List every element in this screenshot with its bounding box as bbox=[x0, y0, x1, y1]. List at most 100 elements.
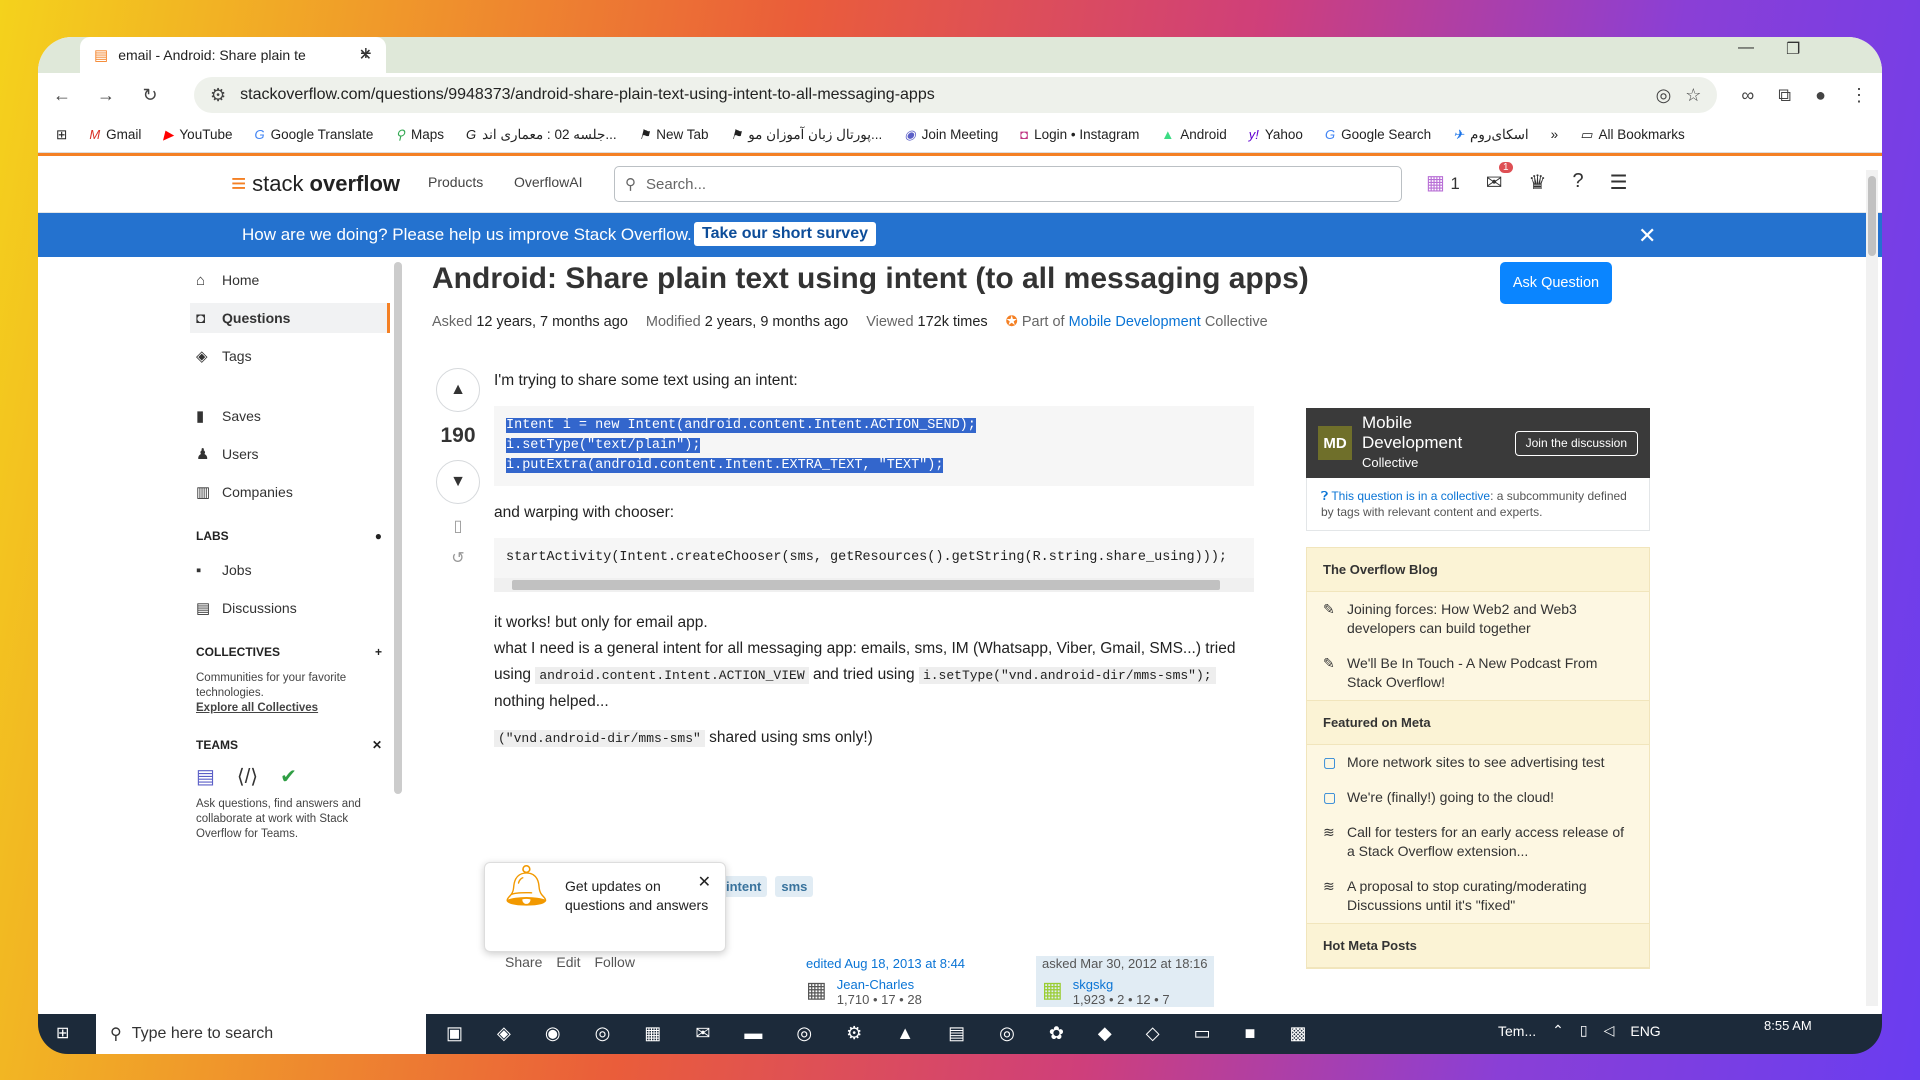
chrome-icon[interactable]: ◎ bbox=[796, 1023, 812, 1044]
explorer-icon[interactable]: ▬ bbox=[744, 1023, 762, 1044]
terminal-icon[interactable]: ▭ bbox=[1194, 1023, 1211, 1044]
blog-item[interactable]: ✎ We'll Be In Touch - A New Podcast From … bbox=[1307, 646, 1649, 700]
sidebar-item-users[interactable]: ♟ Users bbox=[190, 439, 390, 469]
ask-question-button[interactable]: Ask Question bbox=[1500, 262, 1612, 304]
bookmark-item[interactable]: ▲ Android bbox=[1161, 127, 1226, 142]
bookmark-item[interactable]: G Google Search bbox=[1325, 127, 1431, 142]
app-icon[interactable]: ◇ bbox=[1146, 1023, 1160, 1044]
app-icon[interactable]: ▤ bbox=[948, 1023, 965, 1044]
collective-note-link[interactable]: This question is in a collective bbox=[1331, 489, 1490, 503]
edited-link[interactable]: edited Aug 18, 2013 at 8:44 bbox=[806, 956, 965, 971]
meta-item[interactable]: ≋ Call for testers for an early access re… bbox=[1307, 815, 1649, 869]
downvote-icon[interactable]: ▼ bbox=[436, 460, 480, 504]
extension-icon[interactable]: ∞ bbox=[1741, 85, 1754, 106]
extensions-puzzle-icon[interactable]: ⧉ bbox=[1778, 85, 1791, 106]
info-icon[interactable]: ● bbox=[375, 529, 382, 543]
app-icon[interactable]: ▲ bbox=[896, 1023, 914, 1044]
bookmark-item[interactable]: ⚲ Maps bbox=[395, 127, 444, 143]
bookmark-item[interactable]: ▶ YouTube bbox=[163, 127, 232, 143]
inbox-icon[interactable]: ✉ 1 bbox=[1486, 162, 1513, 195]
close-banner-icon[interactable]: ✕ bbox=[1638, 223, 1656, 249]
site-switcher-icon[interactable]: ☰ bbox=[1610, 170, 1628, 195]
save-bookmark-icon[interactable]: ▯ bbox=[454, 516, 463, 536]
settings-icon[interactable]: ⚙ bbox=[846, 1023, 862, 1044]
lang-indicator[interactable]: ENG bbox=[1630, 1023, 1660, 1039]
sidebar-item-jobs[interactable]: ▪ Jobs bbox=[190, 555, 390, 585]
site-info-icon[interactable]: ⚙ bbox=[210, 85, 226, 106]
trophy-icon[interactable]: ♛ bbox=[1529, 170, 1547, 195]
back-icon[interactable]: ← bbox=[52, 85, 72, 106]
search-input[interactable]: ⚲ Search... bbox=[614, 166, 1402, 202]
scroll-thumb[interactable] bbox=[512, 580, 1220, 590]
nav-overflowai[interactable]: OverflowAI bbox=[514, 174, 582, 190]
upvote-icon[interactable]: ▲ bbox=[436, 368, 480, 412]
menu-kebab-icon[interactable]: ⋮ bbox=[1850, 85, 1868, 106]
help-icon[interactable]: ? bbox=[1572, 170, 1583, 195]
all-bookmarks[interactable]: ▭ All Bookmarks bbox=[1580, 127, 1685, 143]
question-title[interactable]: Android: Share plain text using intent (… bbox=[432, 262, 1309, 296]
meta-item[interactable]: ▢ More network sites to see advertising t… bbox=[1307, 745, 1649, 780]
collective-link[interactable]: Mobile Development bbox=[1069, 314, 1201, 330]
restore-icon[interactable]: ❐ bbox=[1786, 39, 1800, 59]
meta-item[interactable]: ▢ We're (finally!) going to the cloud! bbox=[1307, 780, 1649, 815]
bookmark-item[interactable]: ⚑ New Tab bbox=[639, 127, 709, 143]
sidebar-item-companies[interactable]: ▥ Companies bbox=[190, 477, 390, 507]
new-tab-icon[interactable]: + bbox=[360, 43, 372, 66]
sidebar-item-tags[interactable]: ◈ Tags bbox=[190, 341, 390, 371]
reload-icon[interactable]: ↻ bbox=[140, 85, 160, 106]
stackoverflow-logo[interactable]: ≡ stack overflow bbox=[231, 168, 400, 199]
bookmark-item[interactable]: ✈ اسکای‌روم bbox=[1453, 127, 1529, 143]
edit-link[interactable]: Edit bbox=[556, 954, 580, 970]
collective-name[interactable]: Mobile Development bbox=[1362, 413, 1462, 452]
share-link[interactable]: Share bbox=[505, 954, 542, 970]
store-icon[interactable]: ▦ bbox=[644, 1023, 661, 1044]
nav-products[interactable]: Products bbox=[428, 174, 483, 190]
tag-sms[interactable]: sms bbox=[775, 876, 814, 897]
bookmark-star-icon[interactable]: ☆ bbox=[1685, 85, 1701, 106]
weather-text[interactable]: Tem... bbox=[1498, 1023, 1536, 1039]
add-collective-icon[interactable]: + bbox=[375, 645, 382, 659]
explore-collectives-link[interactable]: Explore all Collectives bbox=[190, 701, 390, 716]
outlook-icon[interactable]: ✉ bbox=[695, 1023, 710, 1044]
survey-button[interactable]: Take our short survey bbox=[694, 222, 876, 246]
close-popup-icon[interactable]: ✕ bbox=[698, 873, 711, 892]
profile-rep[interactable]: ▦ 1 bbox=[1426, 170, 1460, 195]
page-scrollbar[interactable] bbox=[1866, 170, 1878, 1006]
bookmark-item[interactable]: M Gmail bbox=[89, 127, 141, 142]
chrome-active-icon[interactable]: ◎ bbox=[999, 1023, 1015, 1044]
bookmark-item[interactable]: ◘ Login • Instagram bbox=[1020, 127, 1139, 142]
join-discussion-button[interactable]: Join the discussion bbox=[1514, 430, 1638, 456]
more-bookmarks-icon[interactable]: » bbox=[1551, 127, 1559, 142]
volume-icon[interactable]: ◁ bbox=[1604, 1022, 1615, 1039]
task-view-icon[interactable]: ▣ bbox=[446, 1023, 463, 1044]
follow-link[interactable]: Follow bbox=[594, 954, 634, 970]
minimize-icon[interactable]: — bbox=[1738, 39, 1754, 57]
start-icon[interactable]: ⊞ bbox=[56, 1023, 69, 1043]
history-icon[interactable]: ↺ bbox=[451, 548, 464, 568]
code-block-1[interactable]: Intent i = new Intent(android.content.In… bbox=[494, 406, 1254, 486]
close-teams-icon[interactable]: ✕ bbox=[372, 738, 382, 752]
profile-avatar-icon[interactable]: ● bbox=[1815, 85, 1826, 106]
code-scrollbar[interactable] bbox=[494, 578, 1254, 592]
sidebar-item-discussions[interactable]: ▤ Discussions bbox=[190, 593, 390, 623]
editor-name[interactable]: Jean-Charles bbox=[837, 977, 914, 992]
asker-avatar[interactable]: ▦ bbox=[1042, 977, 1063, 1007]
tag-intent[interactable]: intent bbox=[720, 876, 768, 897]
sidebar-item-questions[interactable]: ◘ Questions bbox=[190, 303, 390, 333]
eye-off-icon[interactable]: ◎ bbox=[1656, 85, 1672, 106]
chrome-icon[interactable]: ◎ bbox=[595, 1023, 611, 1044]
page-scroll-thumb[interactable] bbox=[1868, 176, 1876, 256]
clock[interactable]: 8:55 AM bbox=[1764, 1018, 1812, 1033]
tray-up-icon[interactable]: ⌃ bbox=[1552, 1022, 1564, 1039]
bookmark-item[interactable]: ◉ Join Meeting bbox=[904, 127, 998, 143]
browser-tab[interactable]: ▤ email - Android: Share plain te ✕ bbox=[80, 37, 386, 73]
app-icon[interactable]: ■ bbox=[1245, 1023, 1256, 1044]
editor-avatar[interactable]: ▦ bbox=[806, 977, 827, 1007]
sidebar-scrollbar[interactable] bbox=[394, 262, 402, 794]
forward-icon[interactable]: → bbox=[96, 85, 116, 106]
bookmark-item[interactable]: y! Yahoo bbox=[1249, 127, 1303, 142]
app-icon[interactable]: ✿ bbox=[1049, 1023, 1064, 1044]
address-bar[interactable]: ⚙ stackoverflow.com/questions/9948373/an… bbox=[194, 77, 1718, 113]
sidebar-item-home[interactable]: ⌂ Home bbox=[190, 265, 390, 295]
bookmark-item[interactable]: G Google Translate bbox=[254, 127, 373, 142]
